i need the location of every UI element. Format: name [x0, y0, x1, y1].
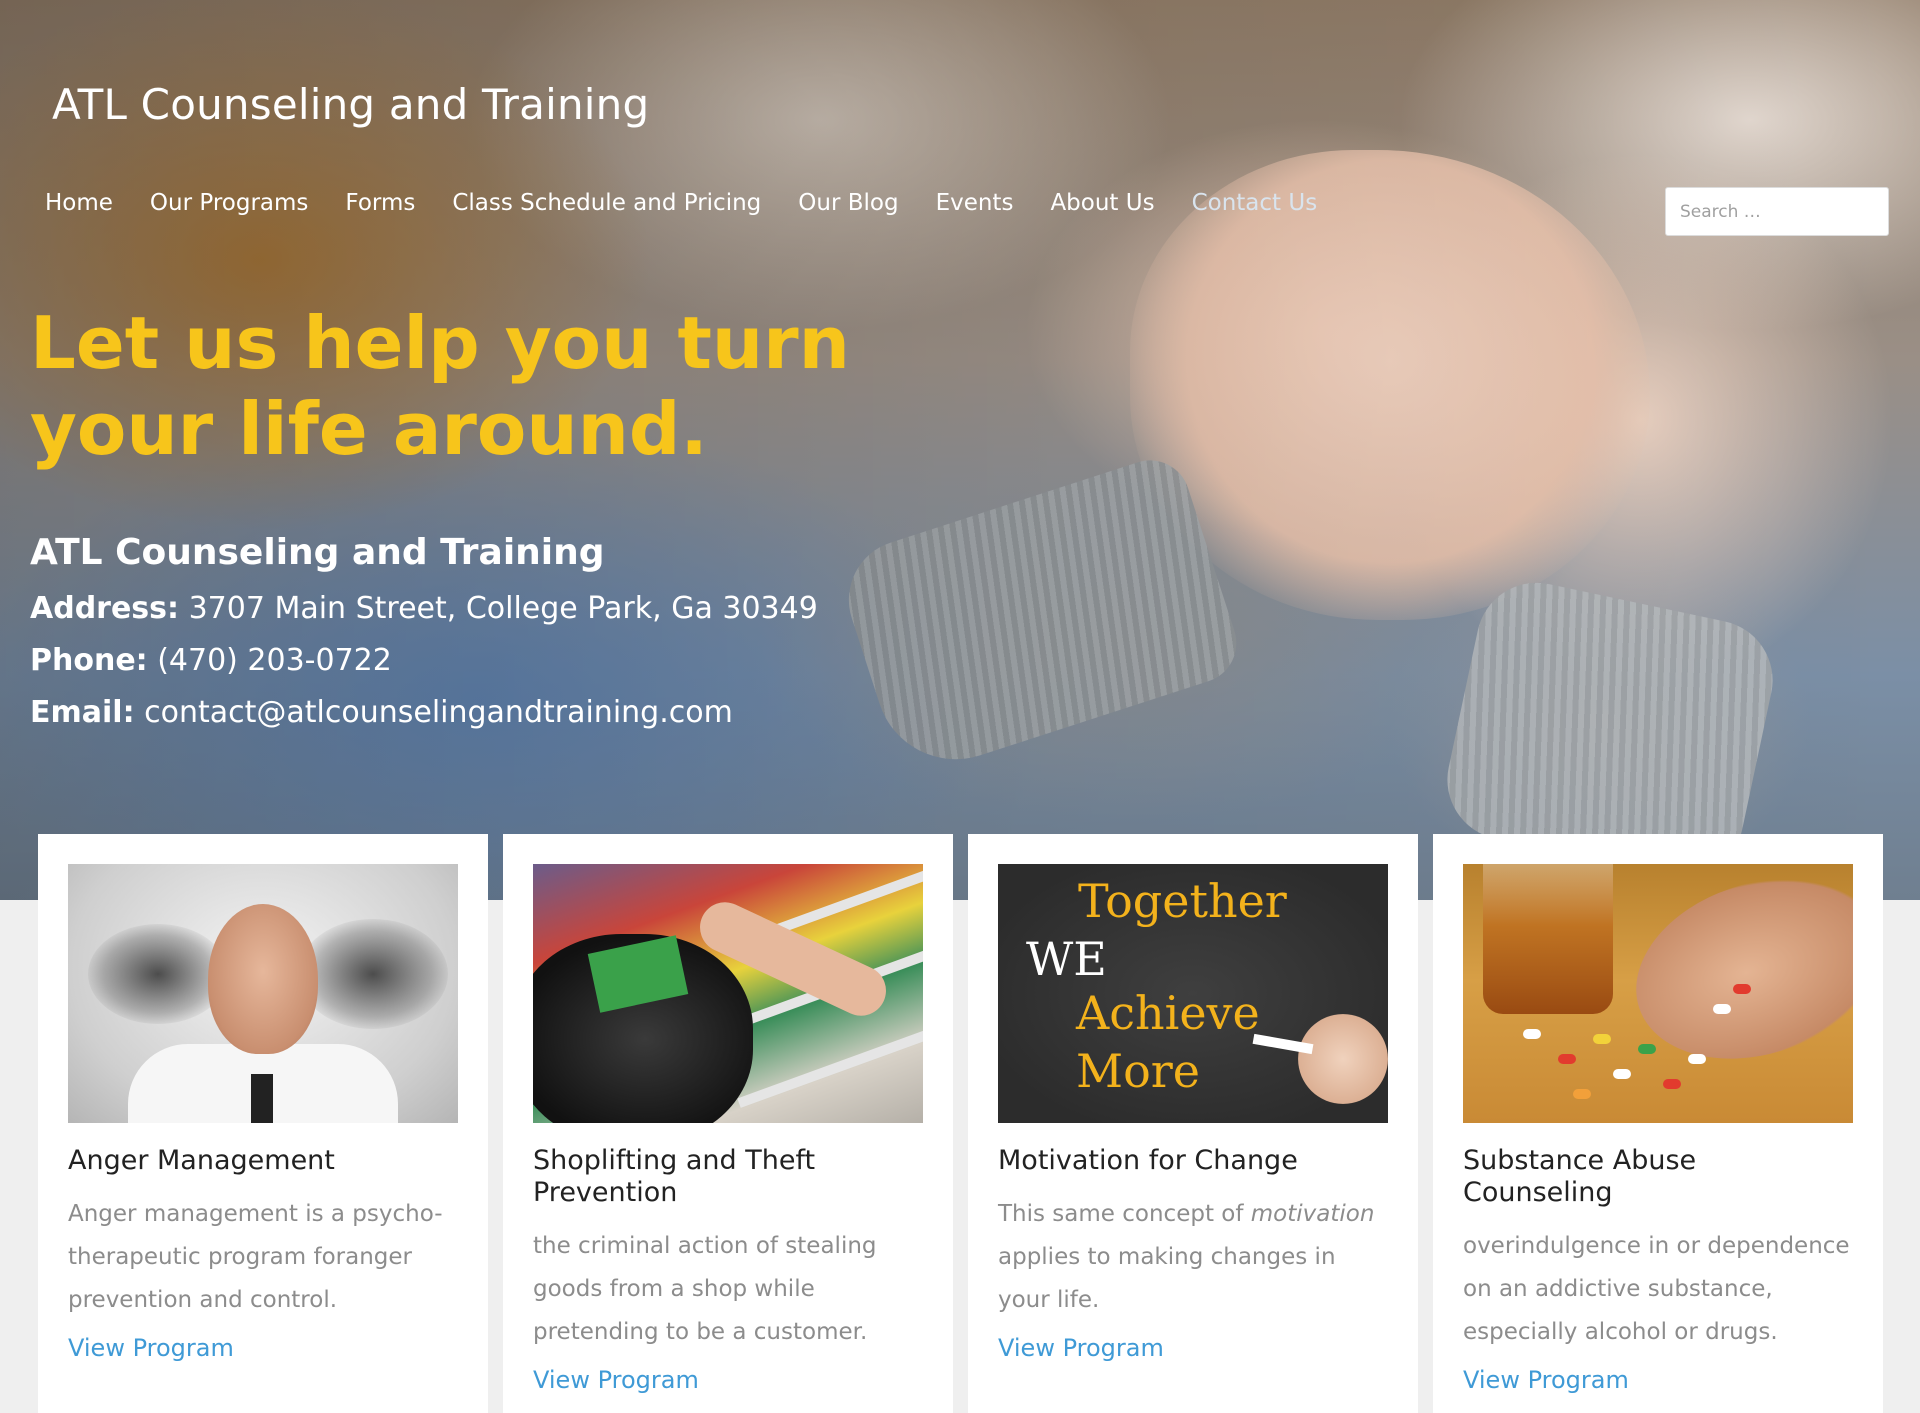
search-input[interactable] [1665, 187, 1889, 236]
phone-label: Phone: [30, 643, 148, 678]
anger-management-image[interactable] [68, 864, 458, 1123]
whiskey-glass [1483, 864, 1613, 1014]
address-line: Address: 3707 Main Street, College Park,… [30, 591, 818, 626]
program-card-shoplifting: Shoplifting and Theft Prevention the cri… [503, 834, 953, 1413]
email-link[interactable]: contact@atlcounselingandtraining.com [144, 695, 733, 730]
address-value: 3707 Main Street, College Park, Ga 30349 [179, 591, 818, 626]
pill [1558, 1054, 1576, 1064]
hand [1298, 1014, 1388, 1104]
pill [1523, 1029, 1541, 1039]
nav-our-blog[interactable]: Our Blog [798, 190, 898, 216]
pill [1638, 1044, 1656, 1054]
phone-line: Phone: (470) 203-0722 [30, 643, 818, 678]
pill [1573, 1089, 1591, 1099]
chalk-text: Together [1078, 874, 1287, 928]
card-description: Anger management is a psycho-therapeutic… [68, 1201, 443, 1313]
head [208, 904, 318, 1054]
chalk-word-achieve: Achieve [1076, 986, 1260, 1040]
site-title[interactable]: ATL Counseling and Training [52, 80, 649, 129]
pill [1593, 1034, 1611, 1044]
motivation-chalkboard-image[interactable]: Together WE Achieve More [998, 864, 1388, 1123]
nav-contact-us[interactable]: Contact Us [1192, 190, 1318, 216]
view-program-link[interactable]: View Program [68, 1334, 234, 1362]
email-line: Email: contact@atlcounselingandtraining.… [30, 695, 818, 730]
nav-our-programs[interactable]: Our Programs [150, 190, 308, 216]
card-title[interactable]: Substance Abuse Counseling [1463, 1145, 1853, 1209]
card-title[interactable]: Anger Management [68, 1145, 458, 1177]
program-card-substance-abuse: Substance Abuse Counseling overindulgenc… [1433, 834, 1883, 1413]
tie [251, 1074, 273, 1123]
pill [1733, 984, 1751, 994]
pill [1713, 1004, 1731, 1014]
substance-abuse-image[interactable] [1463, 864, 1853, 1123]
nav-about-us[interactable]: About Us [1050, 190, 1154, 216]
program-cards: Anger Management Anger management is a p… [38, 834, 1898, 1413]
card-title[interactable]: Motivation for Change [998, 1145, 1388, 1177]
pill [1663, 1079, 1681, 1089]
shoplifting-image[interactable] [533, 864, 923, 1123]
program-card-motivation: Together WE Achieve More Motivation for … [968, 834, 1418, 1413]
chalk-word-we: WE [1026, 932, 1107, 986]
smoke-left [88, 924, 228, 1024]
chalk-text: Achieve [1076, 986, 1260, 1040]
chalk-word-together: Together [1078, 874, 1287, 928]
nav-home[interactable]: Home [45, 190, 113, 216]
pill [1688, 1054, 1706, 1064]
card-title[interactable]: Shoplifting and Theft Prevention [533, 1145, 923, 1209]
card-description: This same concept of motivation applies … [998, 1193, 1388, 1322]
view-program-link[interactable]: View Program [533, 1366, 699, 1394]
main-nav: Home Our Programs Forms Class Schedule a… [45, 190, 1354, 216]
hand [1612, 864, 1853, 1089]
phone-value[interactable]: (470) 203-0722 [148, 643, 392, 678]
card-description: overindulgence in or dependence on an ad… [1463, 1233, 1850, 1345]
nav-events[interactable]: Events [936, 190, 1014, 216]
contact-info: ATL Counseling and Training Address: 370… [30, 532, 818, 747]
shelf [737, 1030, 923, 1108]
desc-text: applies to making changes in your life. [998, 1244, 1336, 1313]
program-card-anger-management: Anger Management Anger management is a p… [38, 834, 488, 1413]
view-program-link[interactable]: View Program [998, 1334, 1164, 1362]
address-label: Address: [30, 591, 180, 626]
hero-headline: Let us help you turn your life around. [30, 301, 850, 471]
view-program-link[interactable]: View Program [1463, 1366, 1629, 1394]
chalk-text: More [1076, 1044, 1201, 1098]
desc-emphasis: motivation [1250, 1201, 1375, 1227]
email-label: Email: [30, 695, 135, 730]
org-name: ATL Counseling and Training [30, 532, 605, 573]
chalk-word-more: More [1076, 1044, 1200, 1098]
nav-forms[interactable]: Forms [345, 190, 415, 216]
desc-text: This same concept of [998, 1201, 1251, 1227]
pill [1613, 1069, 1631, 1079]
nav-class-schedule[interactable]: Class Schedule and Pricing [452, 190, 761, 216]
smoke-right [298, 919, 448, 1029]
card-description: the criminal action of stealing goods fr… [533, 1233, 877, 1345]
